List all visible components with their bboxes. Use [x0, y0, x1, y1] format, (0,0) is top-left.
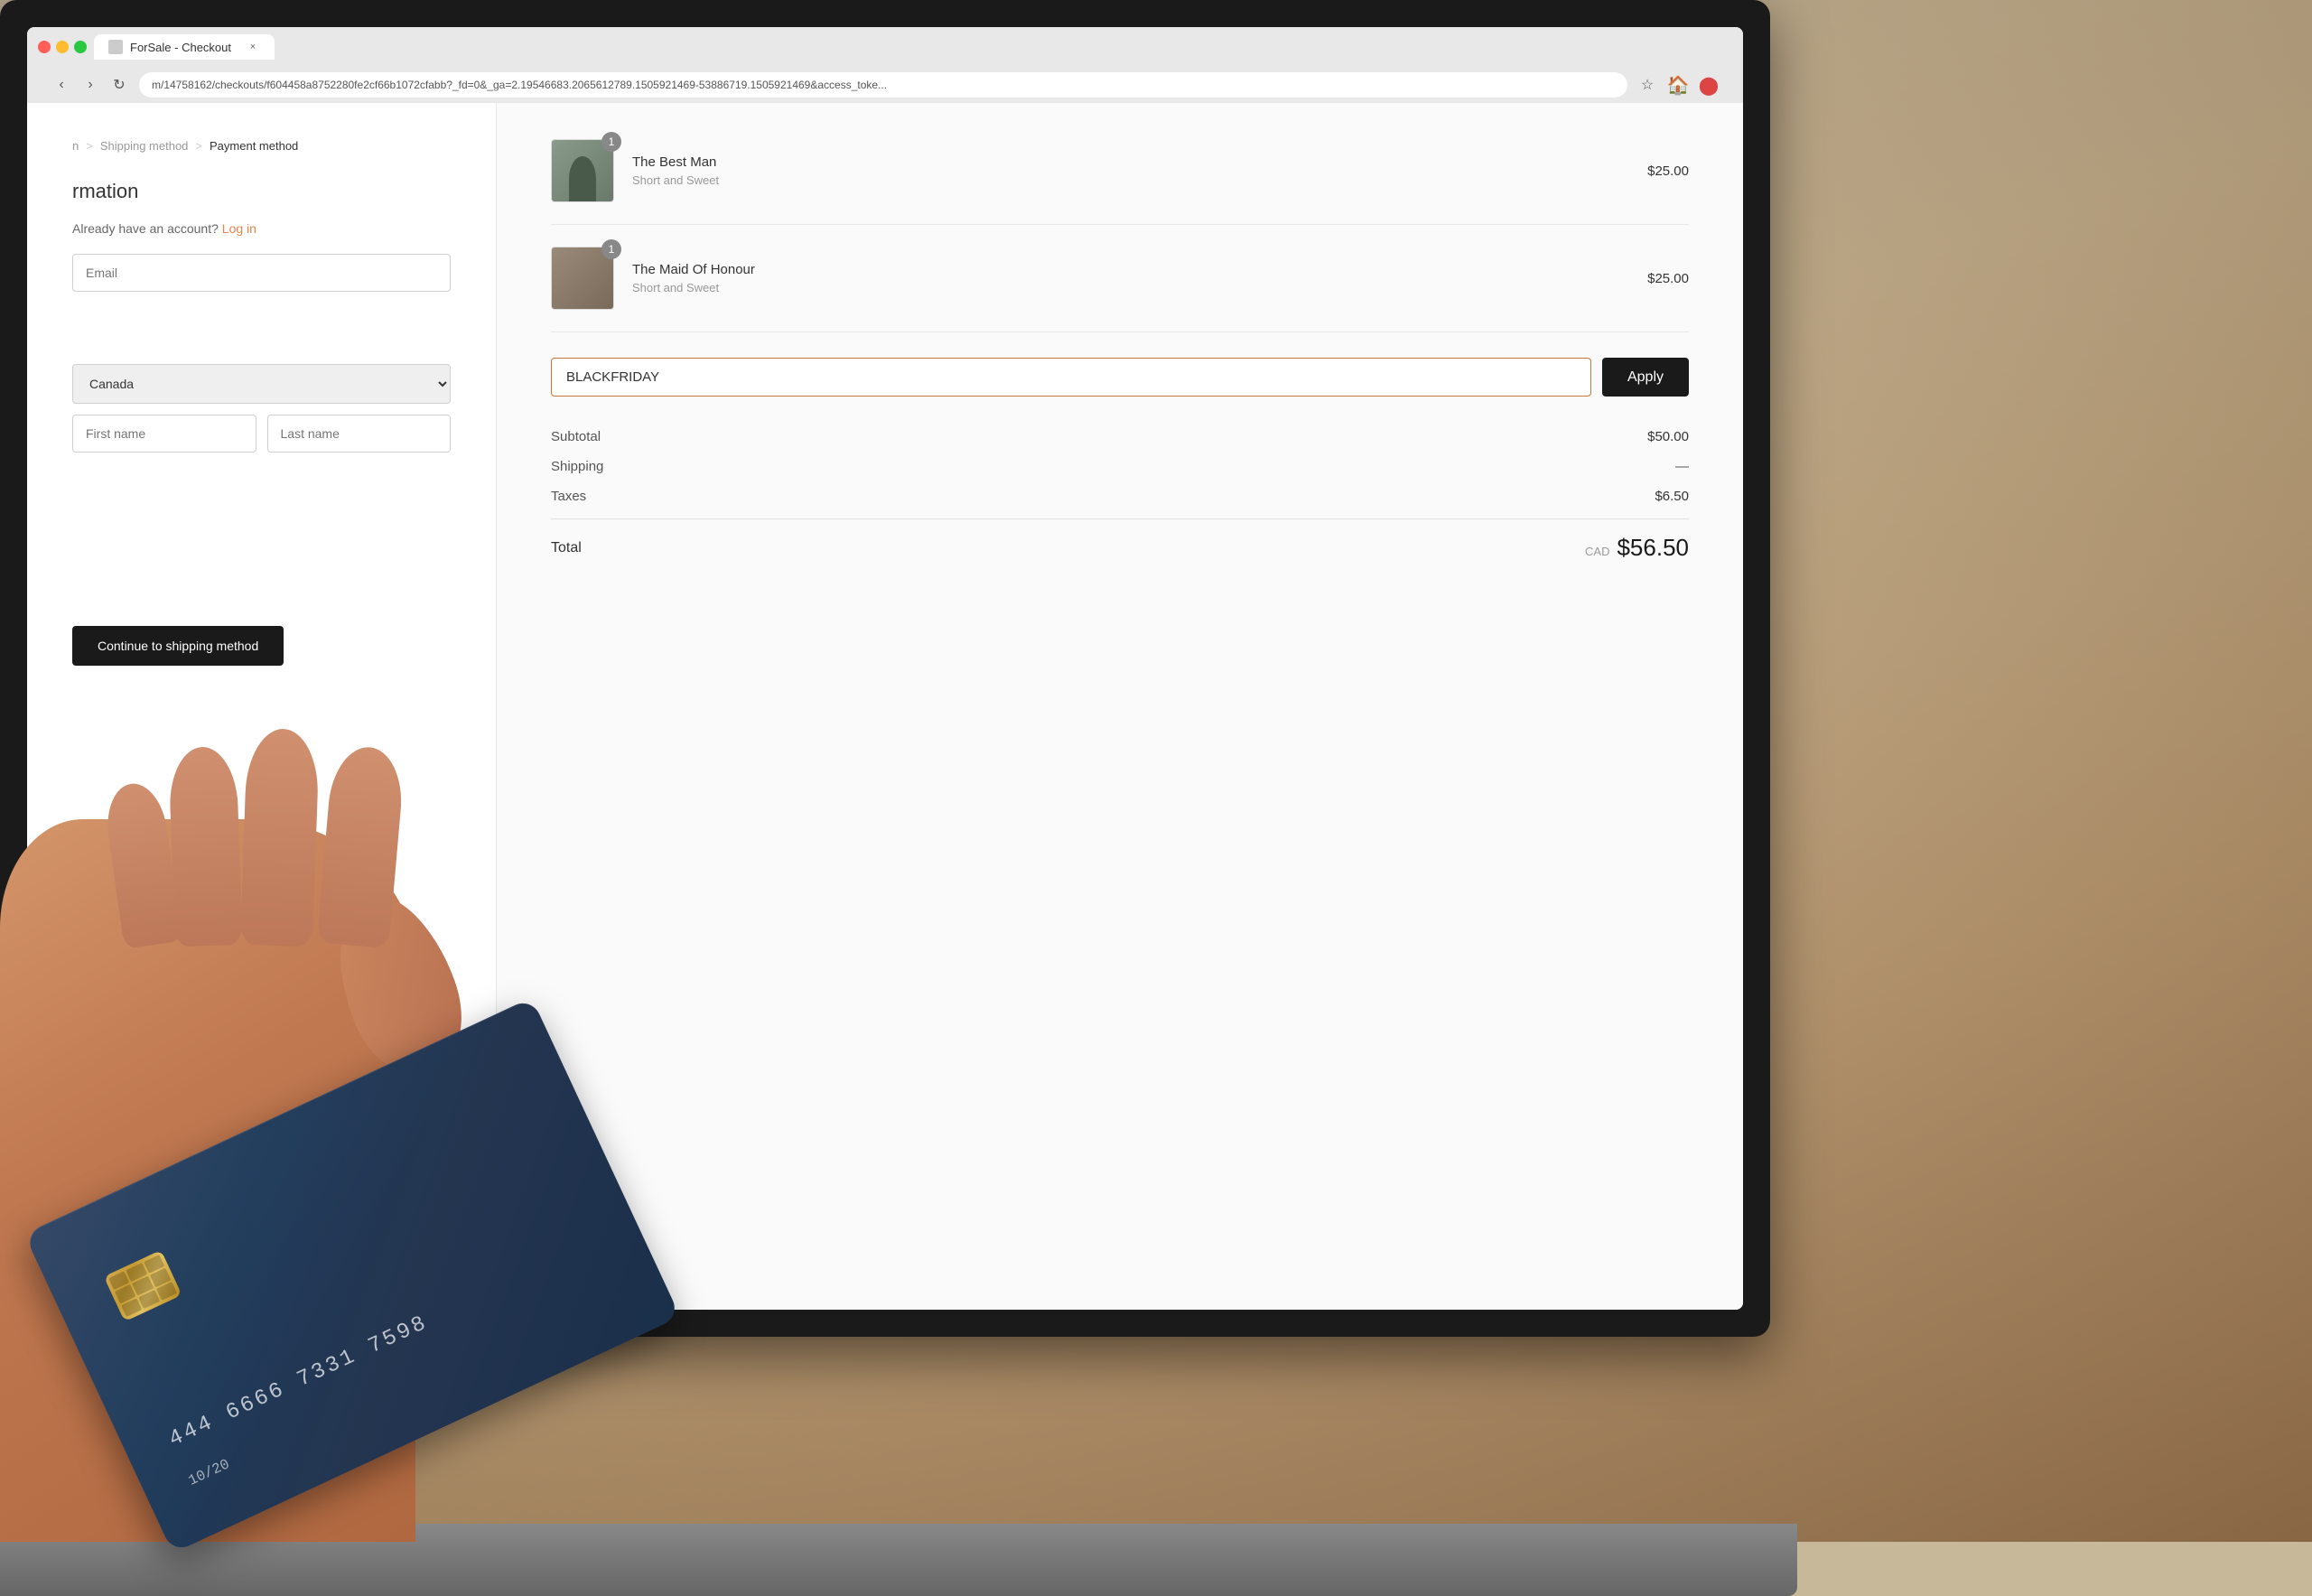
- email-input[interactable]: [72, 254, 451, 292]
- order-totals: Subtotal $50.00 Shipping — Taxes $6.50 T…: [551, 422, 1689, 569]
- product-image-wrap: 1: [551, 247, 614, 310]
- bookmark-icon[interactable]: ☆: [1635, 72, 1660, 98]
- extensions-icon[interactable]: 🏠: [1665, 72, 1691, 98]
- breadcrumb-sep-1: >: [86, 139, 93, 153]
- login-hint-text: Already have an account?: [72, 221, 219, 236]
- discount-section: Apply: [551, 358, 1689, 397]
- shipping-row: Shipping —: [551, 452, 1689, 481]
- breadcrumb-item-1: n: [72, 139, 79, 153]
- middle-finger: [240, 728, 320, 947]
- product-item: 1 The Best Man Short and Sweet $25.00: [551, 139, 1689, 225]
- shipping-label: Shipping: [551, 459, 603, 474]
- breadcrumb-item-2: Shipping method: [100, 139, 189, 153]
- product-quantity-badge: 1: [601, 239, 621, 259]
- shipping-value: —: [1675, 459, 1689, 474]
- country-field-group: Canada: [72, 364, 451, 404]
- product-image-wrap: 1: [551, 139, 614, 202]
- grand-total-right: CAD $56.50: [1585, 534, 1689, 562]
- apply-button[interactable]: Apply: [1602, 358, 1689, 397]
- close-window-button[interactable]: [38, 41, 51, 53]
- product-subtitle: Short and Sweet: [632, 173, 1629, 187]
- breadcrumb-sep-2: >: [195, 139, 202, 153]
- taxes-row: Taxes $6.50: [551, 481, 1689, 511]
- continue-button[interactable]: Continue to shipping method: [72, 626, 284, 666]
- minimize-window-button[interactable]: [56, 41, 69, 53]
- first-name-group: [72, 415, 256, 453]
- browser-chrome: ForSale - Checkout × ‹ › ↻ m/14758162/ch…: [27, 27, 1743, 103]
- email-field-group: [72, 254, 451, 292]
- product-subtitle: Short and Sweet: [632, 281, 1629, 294]
- subtotal-label: Subtotal: [551, 429, 601, 444]
- window-controls: [38, 41, 87, 53]
- checkout-right-panel: 1 The Best Man Short and Sweet $25.00 1: [497, 103, 1743, 1310]
- last-name-group: [267, 415, 452, 453]
- product-item: 1 The Maid Of Honour Short and Sweet $25…: [551, 247, 1689, 332]
- forward-button[interactable]: ›: [78, 72, 103, 98]
- country-select[interactable]: Canada: [72, 364, 451, 404]
- login-hint: Already have an account? Log in: [72, 221, 451, 236]
- subtotal-value: $50.00: [1647, 429, 1689, 444]
- grand-total-row: Total CAD $56.50: [551, 518, 1689, 569]
- product-price: $25.00: [1647, 163, 1689, 179]
- product-name: The Best Man: [632, 154, 1629, 170]
- refresh-button[interactable]: ↻: [107, 72, 132, 98]
- taxes-label: Taxes: [551, 489, 586, 504]
- breadcrumb-item-3: Payment method: [210, 139, 298, 153]
- tab-close-button[interactable]: ×: [246, 40, 260, 54]
- grand-total-value: $56.50: [1617, 534, 1689, 562]
- tab-bar: ForSale - Checkout ×: [94, 34, 275, 60]
- address-bar[interactable]: m/14758162/checkouts/f604458a8752280fe2c…: [139, 72, 1627, 98]
- currency-label: CAD: [1585, 545, 1609, 558]
- menu-icon[interactable]: ⬤: [1696, 72, 1721, 98]
- breadcrumb: n > Shipping method > Payment method: [72, 139, 451, 153]
- product-info: The Best Man Short and Sweet: [632, 154, 1629, 187]
- url-text: m/14758162/checkouts/f604458a8752280fe2c…: [152, 79, 887, 91]
- tab-favicon-icon: [108, 40, 123, 54]
- address-bar-row: ‹ › ↻ m/14758162/checkouts/f604458a87522…: [38, 67, 1732, 103]
- browser-top-bar: ForSale - Checkout ×: [38, 34, 1732, 60]
- name-row: [72, 415, 451, 463]
- login-link[interactable]: Log in: [222, 221, 256, 236]
- product-info: The Maid Of Honour Short and Sweet: [632, 262, 1629, 294]
- nav-buttons: ‹ › ↻: [49, 72, 132, 98]
- last-name-input[interactable]: [267, 415, 452, 453]
- discount-code-input[interactable]: [551, 358, 1591, 397]
- form-section-title: rmation: [72, 180, 451, 203]
- card-chip: [104, 1250, 182, 1321]
- product-name: The Maid Of Honour: [632, 262, 1629, 277]
- browser-actions: ☆ 🏠 ⬤: [1635, 72, 1721, 98]
- first-name-input[interactable]: [72, 415, 256, 453]
- card-expiry: 10/20: [186, 1456, 232, 1489]
- product-quantity-badge: 1: [601, 132, 621, 152]
- total-label: Total: [551, 540, 582, 556]
- subtotal-row: Subtotal $50.00: [551, 422, 1689, 452]
- taxes-value: $6.50: [1655, 489, 1689, 504]
- maximize-window-button[interactable]: [74, 41, 87, 53]
- product-price: $25.00: [1647, 271, 1689, 286]
- tab-title: ForSale - Checkout: [130, 41, 231, 54]
- back-button[interactable]: ‹: [49, 72, 74, 98]
- browser-tab[interactable]: ForSale - Checkout ×: [94, 34, 275, 60]
